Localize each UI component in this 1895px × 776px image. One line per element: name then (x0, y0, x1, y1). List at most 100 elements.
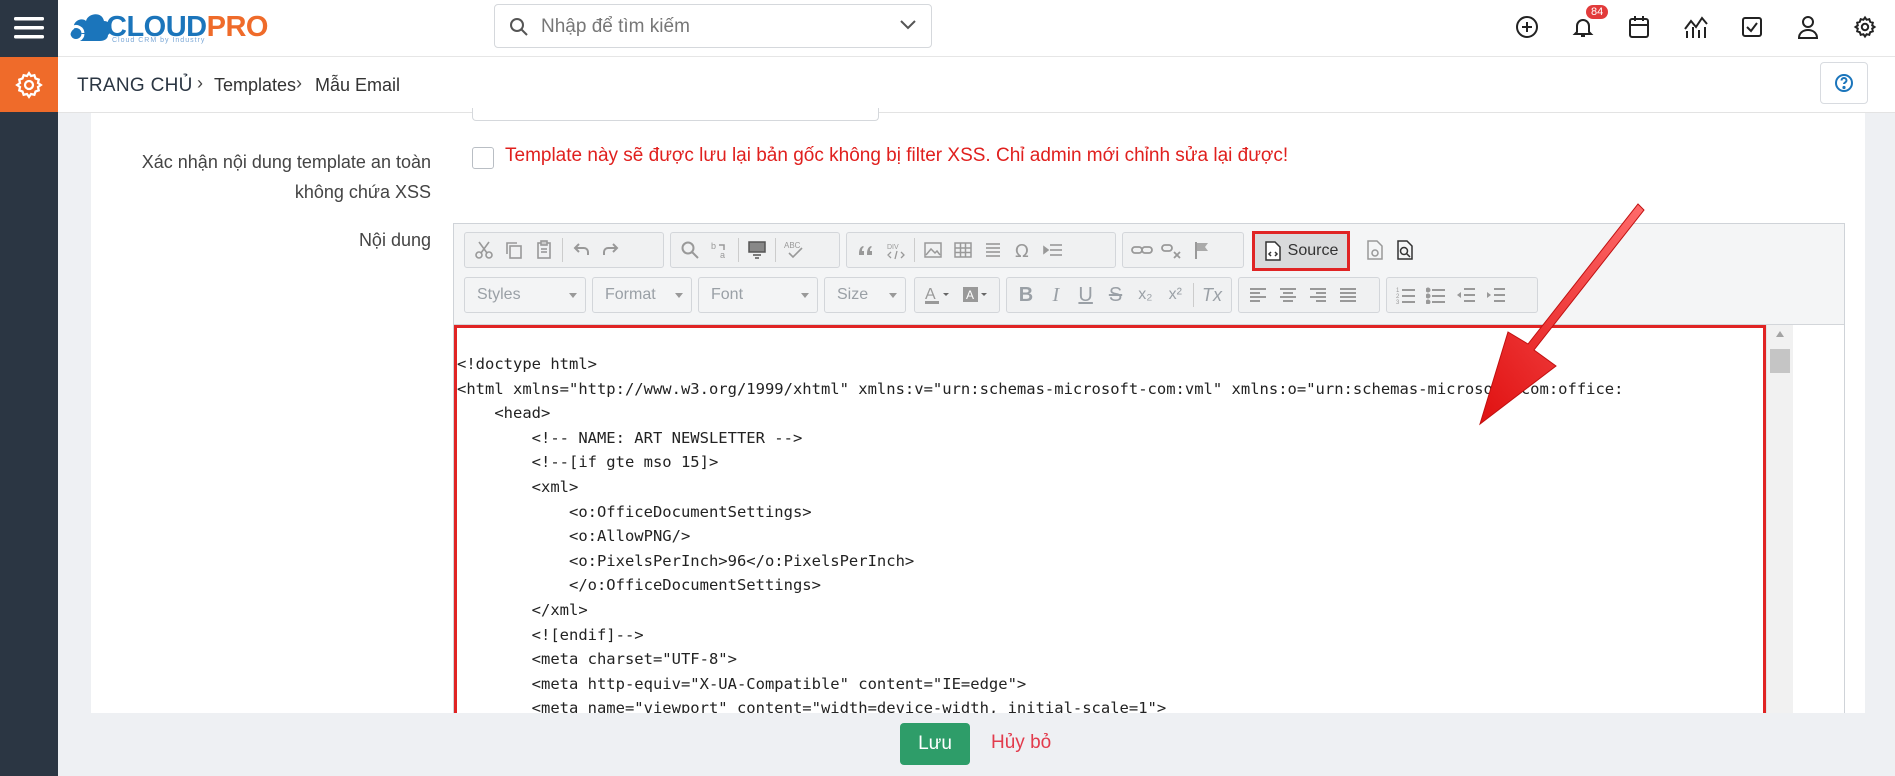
underline-button[interactable]: U (1071, 284, 1101, 307)
redo-button[interactable] (596, 235, 626, 265)
reports-button[interactable] (1683, 14, 1709, 40)
page-break-button[interactable] (1038, 235, 1068, 265)
toolbar-separator (738, 238, 739, 262)
settings-button[interactable] (1852, 14, 1878, 40)
align-justify-icon (1340, 288, 1356, 302)
div-button[interactable]: DIV (881, 235, 911, 265)
breadcrumb-templates[interactable]: Templates (214, 75, 296, 96)
spellcheck-button[interactable]: ABC (779, 235, 809, 265)
text-color-button[interactable]: A (919, 280, 957, 310)
source-code-line: <xml> (457, 477, 579, 496)
justify-button[interactable] (1333, 280, 1363, 310)
paste-button[interactable] (529, 235, 559, 265)
italic-button[interactable]: I (1041, 284, 1071, 307)
form-footer: Lưu Hủy bỏ (58, 713, 1895, 776)
align-toolbar-group (1238, 277, 1380, 313)
search-input[interactable] (539, 13, 883, 41)
templates-button[interactable] (1360, 235, 1390, 265)
spellcheck-icon: ABC (784, 241, 803, 259)
breadcrumb-separator: › (197, 73, 203, 93)
source-code-line: <!--[if gte mso 15]> (457, 453, 719, 472)
unlink-button[interactable] (1157, 235, 1187, 265)
dropdown-arrow-icon (569, 293, 577, 298)
format-label: Format (605, 286, 656, 303)
remove-format-button[interactable]: Tx (1197, 285, 1227, 306)
link-button[interactable] (1127, 235, 1157, 265)
chart-icon (1684, 16, 1708, 38)
cut-button[interactable] (469, 235, 499, 265)
strikethrough-button[interactable]: S (1101, 284, 1131, 307)
content-label: Nội dung (358, 230, 431, 250)
bold-button[interactable]: B (1011, 284, 1041, 307)
save-button[interactable]: Lưu (900, 723, 970, 765)
logo[interactable]: CLOUDPRO Cloud CRM by Industry (66, 4, 268, 50)
breadcrumb: TRANG CHỦ › Templates › Mẫu Email (58, 57, 1895, 113)
source-code-line: <html xmlns="http://www.w3.org/1999/xhtm… (457, 379, 1624, 398)
search-box[interactable] (494, 4, 932, 48)
anchor-button[interactable] (1187, 235, 1217, 265)
scrollbar-thumb[interactable] (1770, 349, 1790, 373)
find-button[interactable] (675, 235, 705, 265)
size-label: Size (837, 286, 869, 303)
previous-field[interactable] (472, 108, 879, 121)
settings-rail-button[interactable] (0, 57, 58, 112)
numbered-list-button[interactable]: 123 (1391, 280, 1421, 310)
calendar-button[interactable] (1626, 14, 1652, 40)
profile-button[interactable] (1795, 14, 1821, 40)
styles-dropdown[interactable]: Styles (464, 277, 586, 313)
table-button[interactable] (948, 235, 978, 265)
help-button[interactable] (1820, 62, 1868, 104)
help-icon (1835, 74, 1853, 92)
source-code-line: </o:OfficeDocumentSettings> (457, 576, 821, 595)
background-color-icon: A (963, 287, 987, 302)
background-color-button[interactable]: A (957, 280, 995, 310)
hamburger-menu-button[interactable] (0, 0, 58, 56)
svg-text:ABC: ABC (784, 241, 801, 250)
text-color-icon: A (925, 286, 949, 304)
vertical-scrollbar[interactable] (1766, 325, 1793, 716)
omega-icon: Ω (1015, 241, 1029, 260)
xss-checkbox[interactable] (472, 147, 494, 169)
basic-styles-toolbar-group: B I U S x₂ x² Tx (1006, 277, 1232, 313)
source-code-line: <head> (457, 404, 551, 423)
align-center-button[interactable] (1273, 280, 1303, 310)
cancel-link[interactable]: Hủy bỏ (991, 732, 1051, 754)
source-code-line: <o:PixelsPerInch>96</o:PixelsPerInch> (457, 551, 915, 570)
source-code-line: <meta charset="UTF-8"> (457, 650, 737, 669)
gear-icon (15, 70, 43, 99)
font-dropdown[interactable]: Font (698, 277, 818, 313)
format-dropdown[interactable]: Format (592, 277, 692, 313)
chevron-down-icon[interactable] (899, 19, 917, 31)
scroll-up-icon[interactable] (1776, 331, 1784, 337)
horizontal-line-button[interactable] (978, 235, 1008, 265)
add-button[interactable] (1514, 14, 1540, 40)
checkbox-icon (1742, 17, 1762, 37)
source-code-line: <o:AllowPNG/> (457, 527, 691, 546)
image-button[interactable] (918, 235, 948, 265)
toolbar-separator (914, 238, 915, 262)
flag-icon (1195, 242, 1208, 259)
undo-button[interactable] (566, 235, 596, 265)
source-code-line: <meta http-equiv="X-UA-Compatible" conte… (457, 674, 1027, 693)
replace-button[interactable]: ba (705, 235, 735, 265)
subscript-button[interactable]: x₂ (1130, 286, 1160, 304)
align-left-button[interactable] (1243, 280, 1273, 310)
svg-text:3: 3 (1396, 300, 1400, 304)
find-toolbar-group: ba ABC (670, 232, 840, 268)
bullet-list-button[interactable] (1421, 280, 1451, 310)
tasks-button[interactable] (1739, 14, 1765, 40)
special-char-button[interactable]: Ω (1008, 235, 1038, 265)
source-code-line: <!doctype html> (457, 355, 597, 373)
breadcrumb-home[interactable]: TRANG CHỦ (77, 75, 193, 97)
source-button[interactable]: Source (1252, 231, 1350, 271)
copy-button[interactable] (499, 235, 529, 265)
document-toolbar-group (1356, 232, 1432, 268)
user-icon (1797, 16, 1819, 39)
select-all-button[interactable] (742, 235, 772, 265)
superscript-button[interactable]: x² (1160, 286, 1190, 304)
preview-button[interactable] (1390, 235, 1420, 265)
align-right-button[interactable] (1303, 280, 1333, 310)
source-code-content: <!doctype html> <html xmlns="http://www.w… (457, 352, 1624, 713)
blockquote-button[interactable] (851, 235, 881, 265)
size-dropdown[interactable]: Size (824, 277, 906, 313)
